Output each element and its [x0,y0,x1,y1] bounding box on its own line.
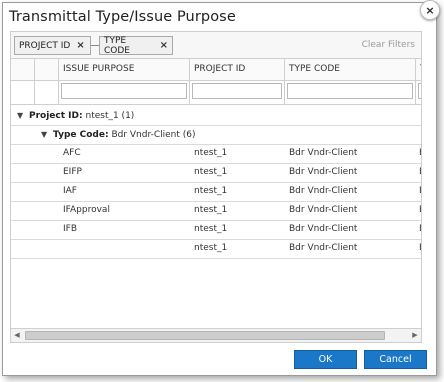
cell-project-id: ntest_1 [194,224,228,234]
cell-project-id: ntest_1 [194,205,228,215]
cell-issue-purpose: IAF [63,186,77,196]
cell-type-code: Bdr Vndr-Client [289,224,358,234]
cell-project-id: ntest_1 [194,167,228,177]
table-row[interactable]: EIFP ntest_1 Bdr Vndr-Client Bc [11,163,421,183]
cell-truncated: Bc [419,201,421,220]
cancel-button[interactable]: Cancel [364,350,427,369]
project-id-filter-input[interactable] [192,83,282,99]
scrollbar-thumb[interactable] [25,331,385,340]
group-value: ntest_1 (1) [85,111,135,121]
issue-purpose-filter-input[interactable] [61,83,187,99]
clear-filters-link[interactable]: Clear Filters [362,40,415,50]
dialog-title: Transmittal Type/Issue Purpose [9,9,236,25]
data-grid: ISSUE PURPOSE PROJECT ID TYPE CODE T ▼Pr… [10,59,422,343]
column-header-truncated[interactable]: T [416,59,421,80]
horizontal-scrollbar[interactable]: ◀ ▶ [10,328,422,343]
header-row: ISSUE PURPOSE PROJECT ID TYPE CODE T [11,59,421,81]
column-header-group-1 [11,59,35,80]
cell-issue-purpose: IFB [63,224,78,234]
cell-issue-purpose: EIFP [63,167,82,177]
cell-truncated: Bc [419,220,421,239]
cell-truncated: Bc [419,239,421,258]
filter-cell [416,80,421,104]
cell-type-code: Bdr Vndr-Client [289,186,358,196]
filter-row [11,80,421,105]
ok-button[interactable]: OK [294,350,357,369]
table-row[interactable]: IFApproval ntest_1 Bdr Vndr-Client Bc [11,201,421,221]
filter-cell [59,80,190,104]
group-row-project-id[interactable]: ▼ Project ID: ntest_1 (1) [11,106,421,126]
truncated-filter-input[interactable] [418,83,421,99]
cell-type-code: Bdr Vndr-Client [289,205,358,215]
cell-truncated: Bc [419,182,421,201]
cell-truncated: Bc [419,144,421,163]
group-chip-type-code[interactable]: TYPE CODE × [99,35,173,56]
group-label: Type Code: [53,130,109,140]
cell-project-id: ntest_1 [194,186,228,196]
close-button[interactable]: × [420,0,440,20]
cell-type-code: Bdr Vndr-Client [289,243,358,253]
cell-type-code: Bdr Vndr-Client [289,167,358,177]
table-row[interactable]: ntest_1 Bdr Vndr-Client Bc [11,239,421,259]
collapse-arrow-icon[interactable]: ▼ [41,125,53,144]
scroll-right-icon[interactable]: ▶ [409,329,421,342]
remove-chip-icon[interactable]: × [160,40,168,51]
table-row[interactable]: IFB ntest_1 Bdr Vndr-Client Bc [11,220,421,240]
remove-chip-icon[interactable]: × [76,40,84,51]
group-row-type-code[interactable]: ▼ Type Code: Bdr Vndr-Client (6) [11,125,421,145]
filter-spacer [35,80,59,104]
chip-label: TYPE CODE [104,35,130,56]
column-header-issue-purpose[interactable]: ISSUE PURPOSE [59,59,190,80]
column-header-group-2 [35,59,59,80]
scroll-left-icon[interactable]: ◀ [11,329,23,342]
cell-type-code: Bdr Vndr-Client [289,148,358,158]
cell-issue-purpose: IFApproval [63,205,110,215]
column-header-type-code[interactable]: TYPE CODE [285,59,416,80]
cell-project-id: ntest_1 [194,243,228,253]
table-row[interactable]: IAF ntest_1 Bdr Vndr-Client Bc [11,182,421,202]
group-label: Project ID: [29,111,83,121]
filter-spacer [11,80,35,104]
cell-issue-purpose: AFC [63,148,81,158]
chip-connector [91,45,99,46]
filter-cell [285,80,416,104]
cell-project-id: ntest_1 [194,148,228,158]
cell-truncated: Bc [419,163,421,182]
filter-cell [190,80,285,104]
column-header-project-id[interactable]: PROJECT ID [190,59,285,80]
group-chip-project-id[interactable]: PROJECT ID × [14,36,91,55]
table-row[interactable]: AFC ntest_1 Bdr Vndr-Client Bc [11,144,421,164]
chip-label: PROJECT ID [19,40,71,51]
dialog: Transmittal Type/Issue Purpose × PROJECT… [3,0,440,374]
type-code-filter-input[interactable] [287,83,413,99]
grouping-bar: PROJECT ID × TYPE CODE × Clear Filters [10,31,422,59]
group-value: Bdr Vndr-Client (6) [111,130,196,140]
collapse-arrow-icon[interactable]: ▼ [17,106,29,125]
